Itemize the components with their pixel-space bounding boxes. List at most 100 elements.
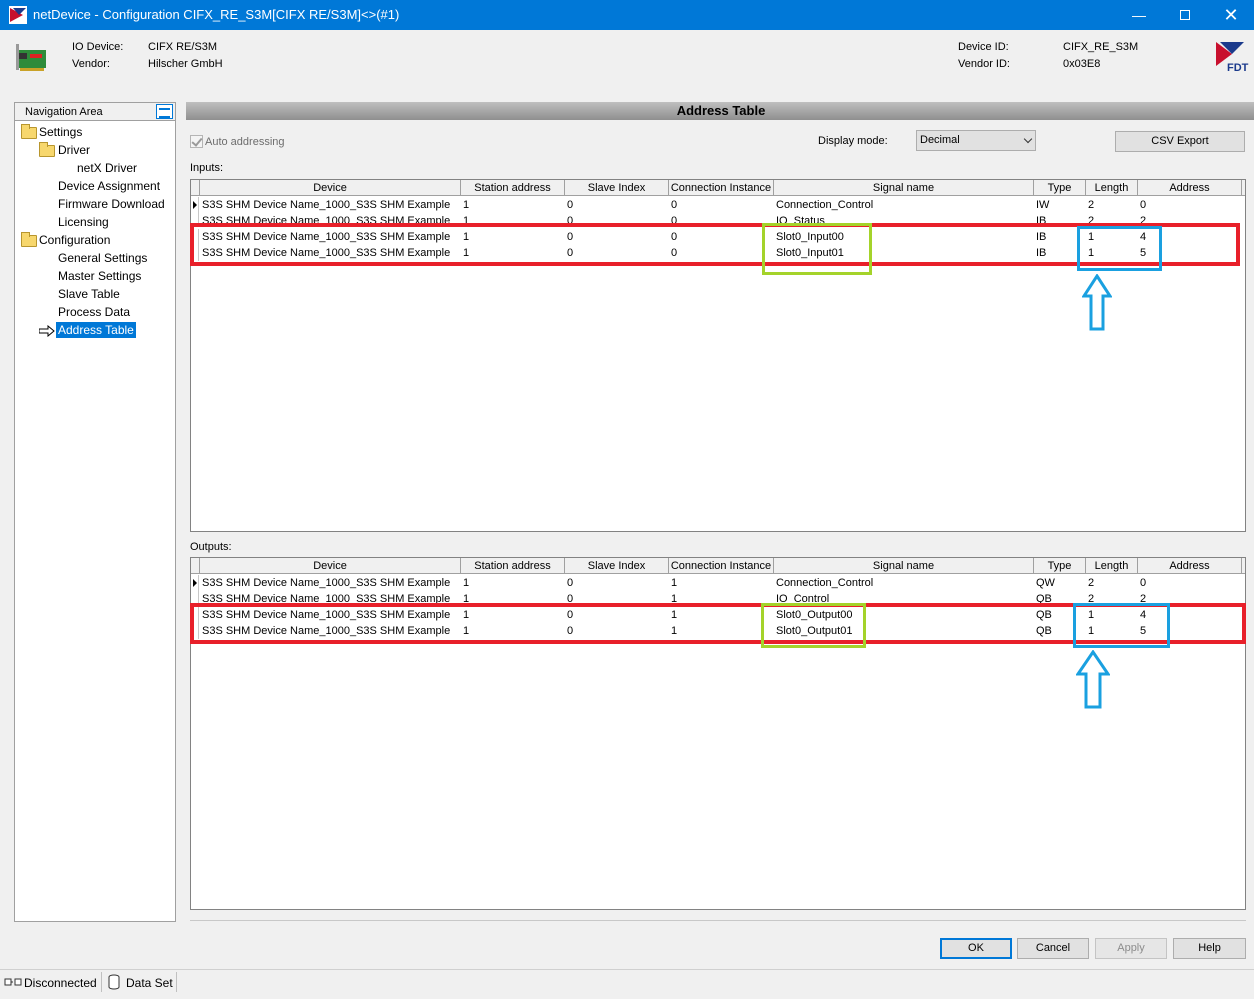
- svg-text:FDT: FDT: [1227, 62, 1249, 74]
- column-signal-name[interactable]: Signal name: [774, 558, 1034, 574]
- folder-icon: [21, 124, 37, 139]
- navigation-title: Navigation Area: [25, 106, 103, 118]
- cell-station-address: 1: [463, 199, 470, 211]
- cell-length: 2: [1088, 199, 1095, 211]
- cell-signal-name: Connection_Control: [776, 577, 874, 589]
- maximize-icon: [1180, 10, 1190, 20]
- vendor-label: Vendor:: [72, 58, 110, 70]
- column-connection-instance[interactable]: Connection Instance: [669, 558, 774, 574]
- row-selector-icon[interactable]: [191, 197, 199, 213]
- vendor-value: Hilscher GmbH: [148, 58, 223, 70]
- nav-item-driver[interactable]: Driver: [56, 142, 92, 158]
- device-card-icon: [16, 44, 46, 71]
- column-address[interactable]: Address: [1138, 180, 1242, 196]
- vendor-id-label: Vendor ID:: [958, 58, 1010, 70]
- device-id-label: Device ID:: [958, 41, 1009, 53]
- highlight-signal-inputs: [762, 223, 872, 275]
- nav-item-firmware-download[interactable]: Firmware Download: [56, 196, 167, 212]
- cell-address: 0: [1140, 199, 1147, 211]
- minimize-button[interactable]: —: [1116, 0, 1162, 30]
- column-type[interactable]: Type: [1034, 180, 1086, 196]
- cell-connection-instance: 1: [671, 577, 678, 589]
- folder-icon: [21, 232, 37, 247]
- cell-length: 2: [1088, 215, 1095, 223]
- close-button[interactable]: ✕: [1208, 0, 1254, 30]
- nav-item-slave-table[interactable]: Slave Table: [56, 286, 122, 302]
- column-address[interactable]: Address: [1138, 558, 1242, 574]
- column-station-address[interactable]: Station address: [461, 180, 565, 196]
- help-button[interactable]: Help: [1173, 938, 1246, 959]
- nav-item-device-assignment[interactable]: Device Assignment: [56, 178, 162, 194]
- minimize-icon: —: [1132, 7, 1146, 23]
- up-arrow-icon: [1082, 274, 1112, 331]
- footer-divider: [190, 920, 1246, 921]
- cell-device: S3S SHM Device Name_1000_S3S SHM Example: [202, 199, 451, 211]
- table-row[interactable]: S3S SHM Device Name_1000_S3S SHM Example…: [191, 575, 1245, 591]
- navigation-toggle-icon[interactable]: [156, 104, 173, 119]
- outputs-label: Outputs:: [190, 541, 232, 553]
- inputs-label: Inputs:: [190, 162, 224, 174]
- column-slave-index[interactable]: Slave Index: [565, 558, 669, 574]
- cell-type: QW: [1036, 577, 1055, 589]
- display-mode-select[interactable]: Decimal: [916, 130, 1036, 151]
- title-bar: netDevice - Configuration CIFX_RE_S3M[CI…: [0, 0, 1254, 30]
- cell-station-address: 1: [463, 577, 470, 589]
- table-row[interactable]: S3S SHM Device Name_1000_S3S SHM Example…: [191, 197, 1245, 213]
- close-icon: ✕: [1223, 4, 1239, 25]
- disconnected-icon: [4, 978, 22, 986]
- cell-type: IB: [1036, 215, 1047, 223]
- nav-item-netx-driver[interactable]: netX Driver: [75, 160, 139, 176]
- io-device-value: CIFX RE/S3M: [148, 41, 218, 53]
- table-row[interactable]: S3S SHM Device Name_1000_S3S SHM Example…: [191, 213, 1245, 223]
- nav-item-master-settings[interactable]: Master Settings: [56, 268, 143, 284]
- app-icon: [9, 6, 27, 24]
- dataset-status: Data Set: [126, 976, 173, 990]
- chevron-down-icon: [1023, 134, 1033, 144]
- nav-item-configuration[interactable]: Configuration: [37, 232, 112, 248]
- column-signal-name[interactable]: Signal name: [774, 180, 1034, 196]
- inputs-table-header: Device Station address Slave Index Conne…: [191, 180, 1245, 196]
- nav-item-general-settings[interactable]: General Settings: [56, 250, 149, 266]
- cell-type: IW: [1036, 199, 1050, 211]
- outputs-table-header: Device Station address Slave Index Conne…: [191, 558, 1245, 574]
- cell-connection-instance: 0: [671, 199, 678, 211]
- column-slave-index[interactable]: Slave Index: [565, 180, 669, 196]
- cell-length: 2: [1088, 577, 1095, 589]
- highlight-signal-outputs: [761, 603, 866, 648]
- nav-item-process-data[interactable]: Process Data: [56, 304, 132, 320]
- ok-button[interactable]: OK: [940, 938, 1012, 959]
- navigation-area: Navigation Area Settings Driver netX Dri…: [14, 102, 176, 922]
- cell-slave-index: 0: [567, 577, 574, 589]
- auto-addressing-checkbox[interactable]: [190, 135, 203, 148]
- column-device[interactable]: Device: [200, 180, 461, 196]
- column-device[interactable]: Device: [200, 558, 461, 574]
- csv-export-button[interactable]: CSV Export: [1115, 131, 1245, 152]
- highlight-length-inputs: [1077, 226, 1162, 271]
- column-type[interactable]: Type: [1034, 558, 1086, 574]
- column-length[interactable]: Length: [1086, 558, 1138, 574]
- up-arrow-icon: [1076, 650, 1110, 709]
- column-length[interactable]: Length: [1086, 180, 1138, 196]
- io-device-label: IO Device:: [72, 41, 124, 53]
- cell-slave-index: 0: [567, 199, 574, 211]
- apply-button[interactable]: Apply: [1095, 938, 1167, 959]
- nav-item-licensing[interactable]: Licensing: [56, 214, 111, 230]
- nav-item-address-table[interactable]: Address Table: [56, 322, 136, 338]
- column-station-address[interactable]: Station address: [461, 558, 565, 574]
- cell-address: 2: [1140, 215, 1147, 223]
- current-arrow-icon: [39, 325, 55, 337]
- display-mode-label: Display mode:: [818, 135, 888, 147]
- cell-device: S3S SHM Device Name_1000_S3S SHM Example: [202, 215, 451, 223]
- cancel-button[interactable]: Cancel: [1017, 938, 1089, 959]
- cell-signal-name: Connection_Control: [776, 199, 874, 211]
- device-id-value: CIFX_RE_S3M: [1063, 41, 1139, 53]
- cell-device: S3S SHM Device Name_1000_S3S SHM Example: [202, 577, 451, 589]
- cell-address: 0: [1140, 577, 1147, 589]
- maximize-button[interactable]: [1162, 0, 1208, 30]
- column-connection-instance[interactable]: Connection Instance: [669, 180, 774, 196]
- row-selector-icon[interactable]: [191, 575, 199, 591]
- display-mode-value: Decimal: [920, 134, 960, 146]
- folder-icon: [39, 142, 55, 157]
- nav-item-settings[interactable]: Settings: [37, 124, 84, 140]
- device-header: IO Device: CIFX RE/S3M Vendor: Hilscher …: [0, 30, 1254, 94]
